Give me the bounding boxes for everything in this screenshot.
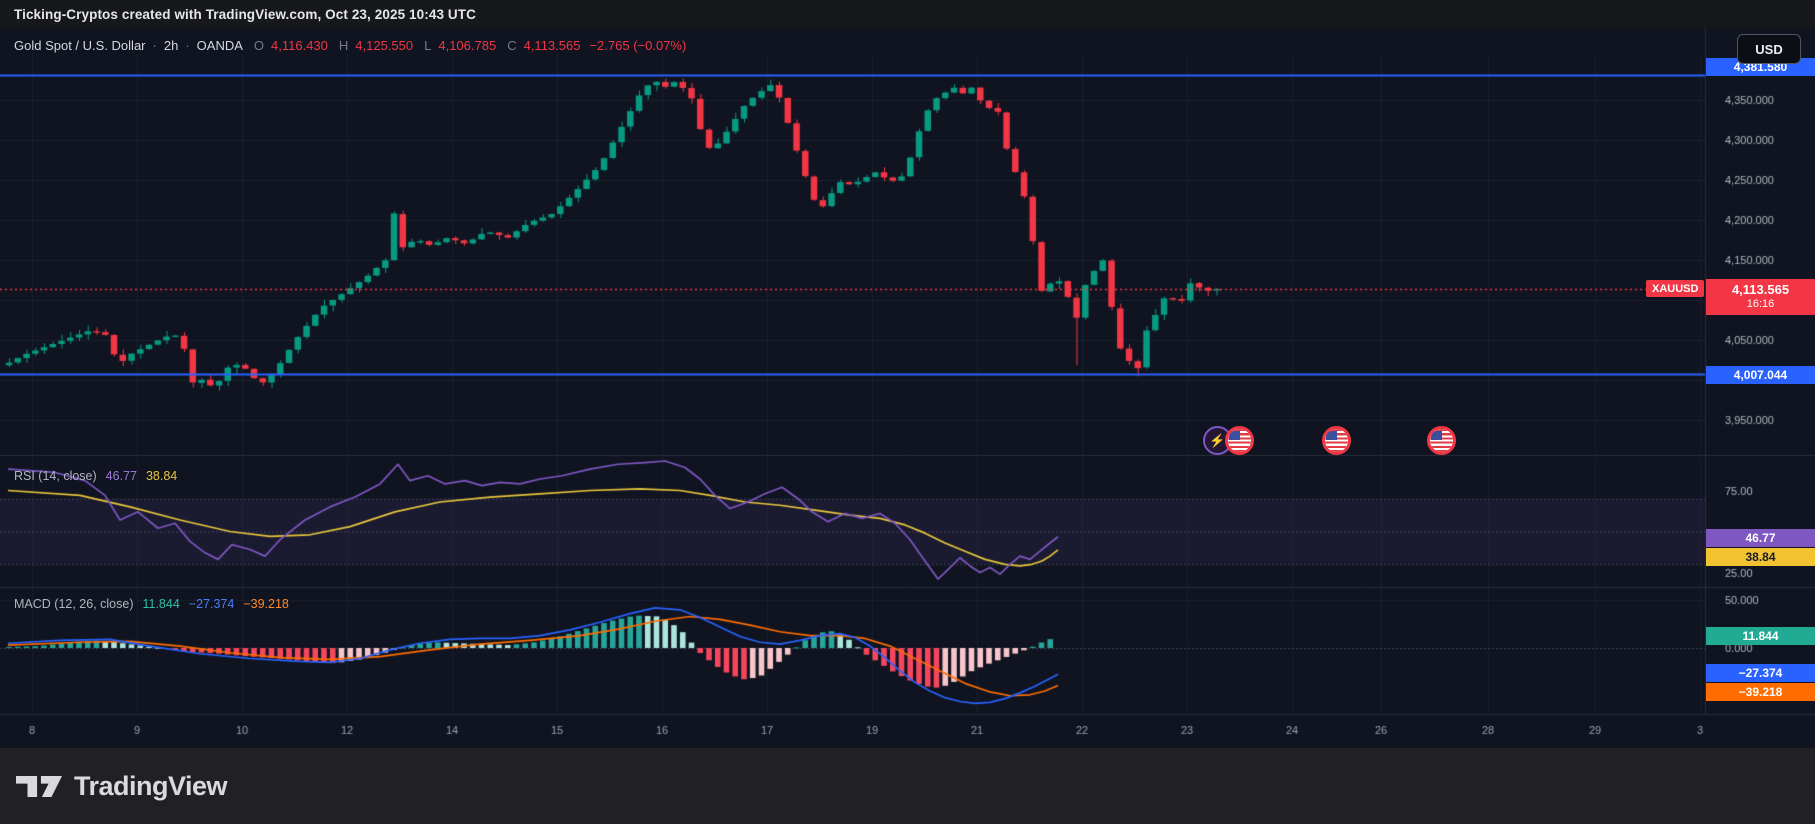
tradingview-wordmark[interactable]: TradingView: [74, 771, 228, 802]
low-label: L: [424, 38, 432, 53]
high-value: 4,125.550: [355, 38, 414, 53]
currency-toggle-button[interactable]: USD: [1737, 34, 1801, 64]
macd-line-axis-badge: −27.374: [1706, 664, 1815, 682]
flag-canton: [1431, 431, 1442, 440]
lower-level-price-label: 4,007.044: [1706, 366, 1815, 384]
macd-line-value: −27.374: [188, 597, 235, 611]
macd-title[interactable]: MACD (12, 26, close): [14, 597, 133, 611]
rsi-value: 46.77: [105, 469, 137, 483]
watermark-bar: Ticking-Cryptos created with TradingView…: [0, 0, 1815, 28]
open-label: O: [253, 38, 265, 53]
high-label: H: [338, 38, 349, 53]
rsi-header: RSI (14, close) 46.77 38.84: [14, 469, 177, 483]
current-price-label: 4,113.565 16:16: [1706, 279, 1815, 315]
symbol-price-tag: XAUUSD: [1646, 280, 1705, 297]
macd-histogram-axis-badge: 11.844: [1706, 627, 1815, 645]
chart-area: Gold Spot / U.S. Dollar · 2h · OANDA O 4…: [0, 28, 1815, 748]
legend-separator: ·: [152, 38, 157, 53]
interval-label[interactable]: 2h: [164, 38, 178, 53]
rsi-ma-axis-badge: 38.84: [1706, 548, 1815, 566]
rsi-ma-value: 38.84: [145, 469, 178, 483]
bar-countdown: 16:16: [1746, 298, 1775, 311]
tradingview-screenshot: Ticking-Cryptos created with TradingView…: [0, 0, 1815, 824]
low-value: 4,106.785: [438, 38, 497, 53]
exchange-label[interactable]: OANDA: [197, 38, 243, 53]
rsi-title[interactable]: RSI (14, close): [14, 469, 97, 483]
flag-canton: [1229, 431, 1240, 440]
flag-canton: [1326, 431, 1337, 440]
change-value: −2.765 (−0.07%): [589, 38, 687, 53]
symbol-title[interactable]: Gold Spot / U.S. Dollar: [14, 38, 146, 53]
close-label: C: [507, 38, 517, 53]
close-value: 4,113.565: [523, 38, 581, 53]
us-flag-event-icon[interactable]: [1427, 426, 1456, 455]
watermark-text: Ticking-Cryptos created with TradingView…: [14, 6, 476, 22]
macd-signal-axis-badge: −39.218: [1706, 683, 1815, 701]
footer-bar: TradingView: [0, 748, 1815, 824]
rsi-axis-badge: 46.77: [1706, 529, 1815, 547]
open-value: 4,116.430: [271, 38, 328, 53]
current-price-value: 4,113.565: [1731, 282, 1790, 297]
macd-header: MACD (12, 26, close) 11.844 −27.374 −39.…: [14, 597, 289, 611]
us-flag-event-icon[interactable]: [1322, 426, 1351, 455]
macd-histogram-value: 11.844: [142, 597, 180, 611]
chart-canvas[interactable]: [0, 28, 1815, 748]
macd-signal-value: −39.218: [243, 597, 289, 611]
legend-separator: ·: [185, 38, 190, 53]
tradingview-logo[interactable]: [16, 775, 62, 798]
us-flag-event-icon[interactable]: [1225, 426, 1254, 455]
symbol-legend: Gold Spot / U.S. Dollar · 2h · OANDA O 4…: [14, 38, 686, 53]
